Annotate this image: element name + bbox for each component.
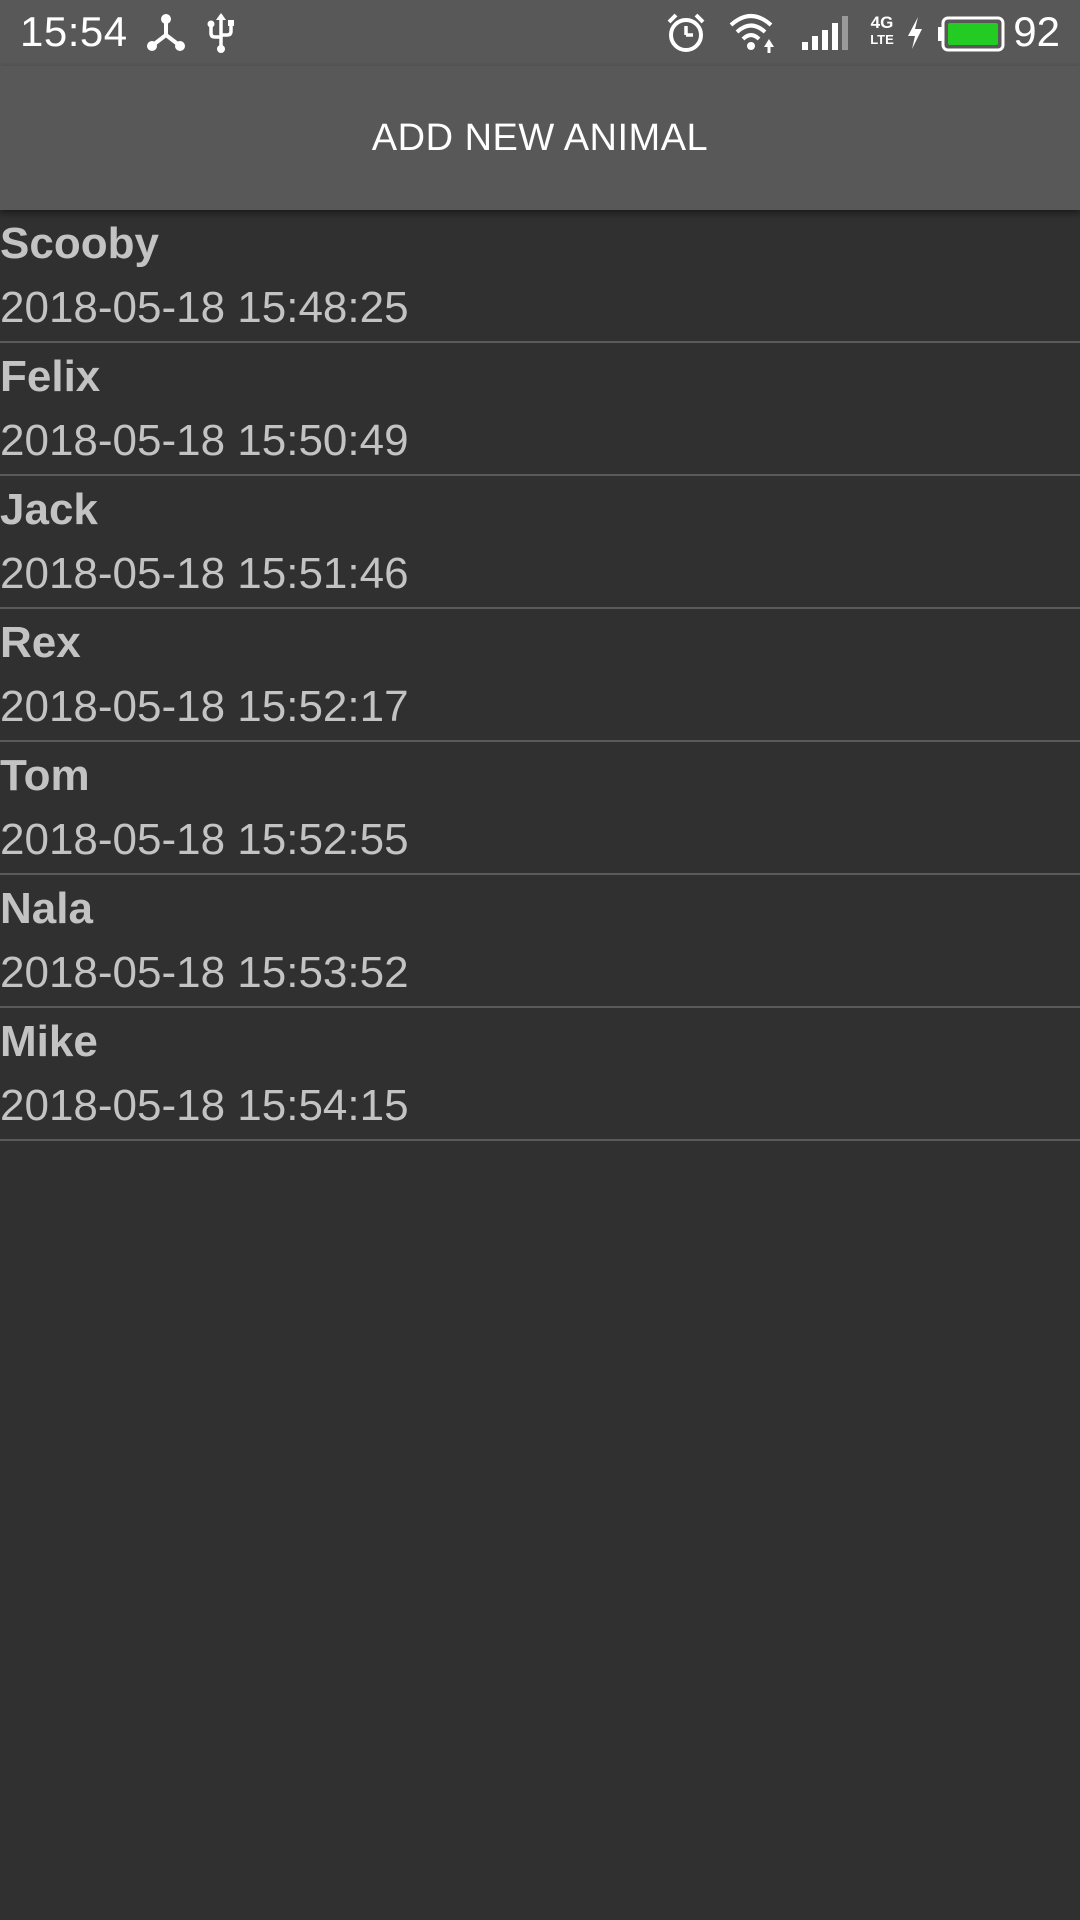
animal-name: Tom [0,751,90,800]
animal-name: Jack [0,485,98,534]
connection-icon [147,14,185,51]
animal-date: 2018-05-18 15:48:25 [0,283,409,332]
animal-date: 2018-05-18 15:54:15 [0,1081,409,1130]
animal-date: 2018-05-18 15:51:46 [0,549,409,598]
battery-icon [938,16,1005,52]
animal-name: Rex [0,618,81,667]
list-item[interactable]: Jack 2018-05-18 15:51:46 [0,476,1080,609]
animal-name: Felix [0,352,101,401]
network-type-top: 4G [870,13,894,32]
list-item[interactable]: Tom 2018-05-18 15:52:55 [0,742,1080,875]
list-item[interactable]: Felix 2018-05-18 15:50:49 [0,343,1080,476]
animal-list: Scooby 2018-05-18 15:48:25 Felix 2018-05… [0,210,1080,1141]
charging-icon [908,17,922,49]
add-new-animal-button[interactable]: ADD NEW ANIMAL [0,66,1080,210]
list-item[interactable]: Rex 2018-05-18 15:52:17 [0,609,1080,742]
app-bar: ADD NEW ANIMAL [0,66,1080,210]
list-item[interactable]: Mike 2018-05-18 15:54:15 [0,1008,1080,1141]
wifi-icon [729,14,774,53]
animal-date: 2018-05-18 15:52:55 [0,815,409,864]
animal-date: 2018-05-18 15:53:52 [0,948,409,997]
list-item[interactable]: Scooby 2018-05-18 15:48:25 [0,210,1080,343]
network-type-icon: 4G LTE [868,13,896,57]
network-type-bottom: LTE [870,32,894,47]
status-bar: 15:54 4G LTE 92 [0,0,1080,66]
usb-icon [207,13,234,53]
animal-name: Nala [0,884,93,933]
alarm-icon [667,13,705,52]
animal-name: Mike [0,1017,98,1066]
animal-name: Scooby [0,219,159,268]
animal-date: 2018-05-18 15:50:49 [0,416,409,465]
signal-icon [802,16,848,50]
list-item[interactable]: Nala 2018-05-18 15:53:52 [0,875,1080,1008]
battery-percentage: 92 [1013,8,1060,55]
status-time: 15:54 [20,8,128,55]
animal-date: 2018-05-18 15:52:17 [0,682,409,731]
